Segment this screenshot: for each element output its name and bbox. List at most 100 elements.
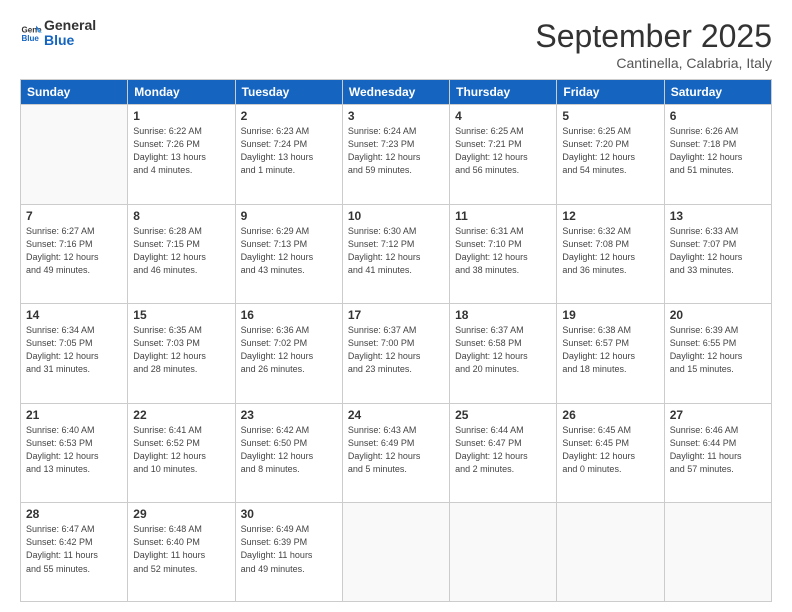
calendar-cell: 29Sunrise: 6:48 AM Sunset: 6:40 PM Dayli… (128, 503, 235, 602)
day-info: Sunrise: 6:43 AM Sunset: 6:49 PM Dayligh… (348, 424, 444, 476)
day-number: 30 (241, 507, 337, 521)
calendar-cell: 30 Sunrise: 6:49 AM Sunset: 6:39 PM Dayli… (235, 503, 342, 602)
day-info: Sunrise: 6:22 AM Sunset: 7:26 PM Dayligh… (133, 125, 229, 177)
day-number: 22 (133, 408, 229, 422)
calendar-cell: 24 Sunrise: 6:43 AM Sunset: 6:49 PM Dayli… (342, 403, 449, 503)
day-header-wednesday: Wednesday (342, 80, 449, 105)
calendar-cell: 18Sunrise: 6:37 AM Sunset: 6:58 PM Dayli… (450, 304, 557, 404)
day-number: 26 (562, 408, 658, 422)
day-info: Sunrise: 6:41 AM Sunset: 6:52 PM Dayligh… (133, 424, 229, 476)
day-info: Sunrise: 6:31 AM Sunset: 7:10 PM Dayligh… (455, 225, 551, 277)
calendar-cell: 28 Sunrise: 6:47 AM Sunset: 6:42 PM Dayli… (21, 503, 128, 602)
day-number: 17 (348, 308, 444, 322)
day-info: Sunrise: 6:28 AM Sunset: 7:15 PM Dayligh… (133, 225, 229, 277)
day-number: 1 (133, 109, 229, 123)
calendar-cell (450, 503, 557, 602)
day-info: Sunrise: 6:25 AM Sunset: 7:21 PM Dayligh… (455, 125, 551, 177)
day-header-thursday: Thursday (450, 80, 557, 105)
day-number: 16 (241, 308, 337, 322)
day-number: 27 (670, 408, 766, 422)
title-block: September 2025 Cantinella, Calabria, Ita… (535, 18, 772, 71)
day-number: 13 (670, 209, 766, 223)
day-number: 8 (133, 209, 229, 223)
day-number: 14 (26, 308, 122, 322)
calendar-cell: 21Sunrise: 6:40 AM Sunset: 6:53 PM Dayli… (21, 403, 128, 503)
day-info: Sunrise: 6:29 AM Sunset: 7:13 PM Dayligh… (241, 225, 337, 277)
day-info: Sunrise: 6:34 AM Sunset: 7:05 PM Dayligh… (26, 324, 122, 376)
calendar-week-4: 21Sunrise: 6:40 AM Sunset: 6:53 PM Dayli… (21, 403, 772, 503)
calendar-cell: 3Sunrise: 6:24 AM Sunset: 7:23 PM Daylig… (342, 105, 449, 205)
calendar-week-2: 7Sunrise: 6:27 AM Sunset: 7:16 PM Daylig… (21, 204, 772, 304)
calendar-cell: 22 Sunrise: 6:41 AM Sunset: 6:52 PM Dayli… (128, 403, 235, 503)
calendar-cell: 2 Sunrise: 6:23 AM Sunset: 7:24 PM Daylig… (235, 105, 342, 205)
calendar-week-5: 28 Sunrise: 6:47 AM Sunset: 6:42 PM Dayli… (21, 503, 772, 602)
header: General Blue General Blue September 2025… (20, 18, 772, 71)
calendar-title: September 2025 (535, 18, 772, 55)
day-number: 23 (241, 408, 337, 422)
calendar-cell: 13 Sunrise: 6:33 AM Sunset: 7:07 PM Dayli… (664, 204, 771, 304)
day-info: Sunrise: 6:37 AM Sunset: 7:00 PM Dayligh… (348, 324, 444, 376)
calendar-week-3: 14 Sunrise: 6:34 AM Sunset: 7:05 PM Dayli… (21, 304, 772, 404)
day-info: Sunrise: 6:44 AM Sunset: 6:47 PM Dayligh… (455, 424, 551, 476)
calendar-cell: 6 Sunrise: 6:26 AM Sunset: 7:18 PM Daylig… (664, 105, 771, 205)
calendar-cell: 12 Sunrise: 6:32 AM Sunset: 7:08 PM Dayli… (557, 204, 664, 304)
calendar-cell: 20Sunrise: 6:39 AM Sunset: 6:55 PM Dayli… (664, 304, 771, 404)
calendar-cell: 9 Sunrise: 6:29 AM Sunset: 7:13 PM Daylig… (235, 204, 342, 304)
day-number: 4 (455, 109, 551, 123)
day-info: Sunrise: 6:40 AM Sunset: 6:53 PM Dayligh… (26, 424, 122, 476)
logo: General Blue General Blue (20, 18, 96, 49)
calendar-cell: 14 Sunrise: 6:34 AM Sunset: 7:05 PM Dayli… (21, 304, 128, 404)
day-header-sunday: Sunday (21, 80, 128, 105)
day-info: Sunrise: 6:45 AM Sunset: 6:45 PM Dayligh… (562, 424, 658, 476)
logo-icon: General Blue (20, 22, 42, 44)
day-info: Sunrise: 6:49 AM Sunset: 6:39 PM Dayligh… (241, 523, 337, 575)
calendar-cell: 5 Sunrise: 6:25 AM Sunset: 7:20 PM Daylig… (557, 105, 664, 205)
day-number: 28 (26, 507, 122, 521)
day-number: 9 (241, 209, 337, 223)
logo-line1: General (44, 18, 96, 33)
day-info: Sunrise: 6:32 AM Sunset: 7:08 PM Dayligh… (562, 225, 658, 277)
calendar-cell: 4 Sunrise: 6:25 AM Sunset: 7:21 PM Daylig… (450, 105, 557, 205)
calendar-cell: 26 Sunrise: 6:45 AM Sunset: 6:45 PM Dayli… (557, 403, 664, 503)
day-number: 25 (455, 408, 551, 422)
calendar-cell: 16 Sunrise: 6:36 AM Sunset: 7:02 PM Dayli… (235, 304, 342, 404)
day-number: 5 (562, 109, 658, 123)
calendar-subtitle: Cantinella, Calabria, Italy (535, 55, 772, 71)
day-info: Sunrise: 6:36 AM Sunset: 7:02 PM Dayligh… (241, 324, 337, 376)
day-header-saturday: Saturday (664, 80, 771, 105)
day-info: Sunrise: 6:46 AM Sunset: 6:44 PM Dayligh… (670, 424, 766, 476)
svg-text:Blue: Blue (21, 34, 39, 43)
day-header-tuesday: Tuesday (235, 80, 342, 105)
calendar-cell: 23Sunrise: 6:42 AM Sunset: 6:50 PM Dayli… (235, 403, 342, 503)
calendar-cell: 7Sunrise: 6:27 AM Sunset: 7:16 PM Daylig… (21, 204, 128, 304)
day-info: Sunrise: 6:23 AM Sunset: 7:24 PM Dayligh… (241, 125, 337, 177)
day-number: 19 (562, 308, 658, 322)
day-number: 6 (670, 109, 766, 123)
day-info: Sunrise: 6:33 AM Sunset: 7:07 PM Dayligh… (670, 225, 766, 277)
calendar-cell: 8 Sunrise: 6:28 AM Sunset: 7:15 PM Daylig… (128, 204, 235, 304)
calendar-cell: 15Sunrise: 6:35 AM Sunset: 7:03 PM Dayli… (128, 304, 235, 404)
day-info: Sunrise: 6:39 AM Sunset: 6:55 PM Dayligh… (670, 324, 766, 376)
calendar-cell: 19 Sunrise: 6:38 AM Sunset: 6:57 PM Dayli… (557, 304, 664, 404)
calendar-cell: 1 Sunrise: 6:22 AM Sunset: 7:26 PM Daylig… (128, 105, 235, 205)
calendar-cell: 11 Sunrise: 6:31 AM Sunset: 7:10 PM Dayli… (450, 204, 557, 304)
day-info: Sunrise: 6:25 AM Sunset: 7:20 PM Dayligh… (562, 125, 658, 177)
day-header-monday: Monday (128, 80, 235, 105)
day-number: 11 (455, 209, 551, 223)
day-number: 12 (562, 209, 658, 223)
day-number: 18 (455, 308, 551, 322)
calendar-cell (342, 503, 449, 602)
logo-line2: Blue (44, 33, 96, 48)
day-number: 2 (241, 109, 337, 123)
day-number: 3 (348, 109, 444, 123)
calendar-table: SundayMondayTuesdayWednesdayThursdayFrid… (20, 79, 772, 602)
day-number: 29 (133, 507, 229, 521)
day-info: Sunrise: 6:38 AM Sunset: 6:57 PM Dayligh… (562, 324, 658, 376)
calendar-cell (664, 503, 771, 602)
day-info: Sunrise: 6:47 AM Sunset: 6:42 PM Dayligh… (26, 523, 122, 575)
page: General Blue General Blue September 2025… (0, 0, 792, 612)
calendar-cell (557, 503, 664, 602)
day-info: Sunrise: 6:26 AM Sunset: 7:18 PM Dayligh… (670, 125, 766, 177)
day-info: Sunrise: 6:27 AM Sunset: 7:16 PM Dayligh… (26, 225, 122, 277)
day-number: 24 (348, 408, 444, 422)
